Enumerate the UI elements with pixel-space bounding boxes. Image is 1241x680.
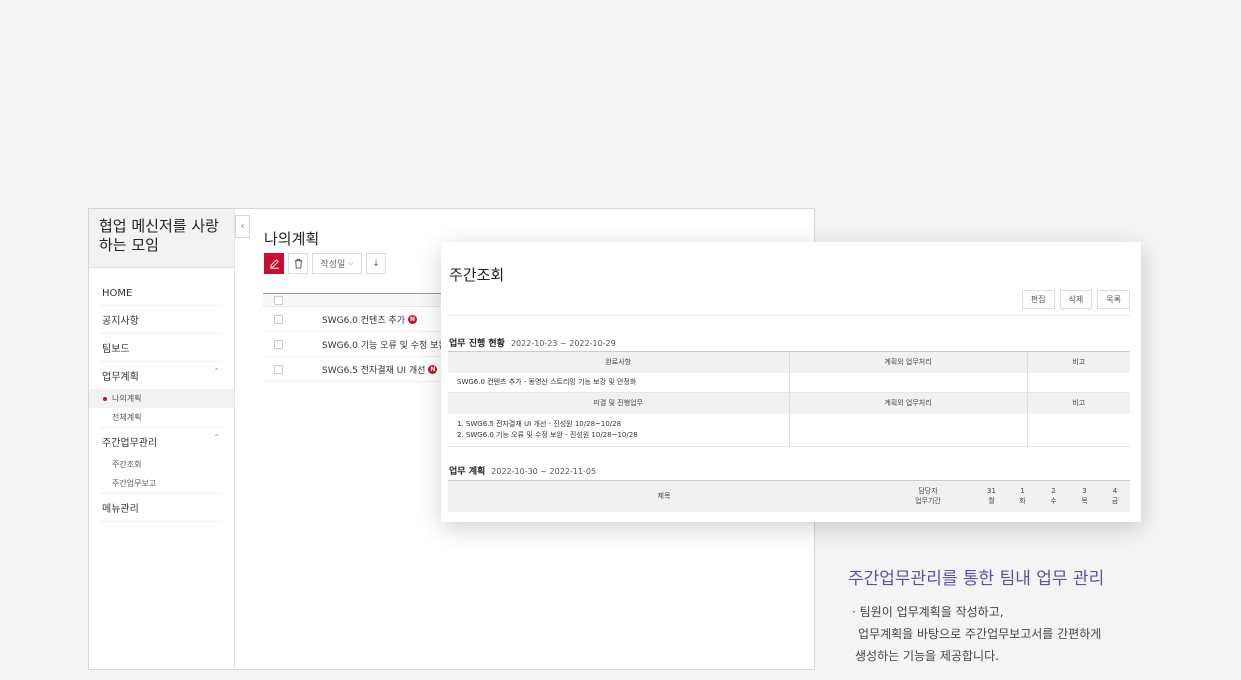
note-cell (1026, 413, 1130, 447)
plan-range: 2022-10-30 ~ 2022-11-05 (491, 467, 597, 476)
pending-item: 2. SWG6.0 기능 오류 및 수정 보완 - 진성원 10/28~10/2… (457, 430, 638, 439)
divider (448, 315, 1130, 316)
sort-dropdown[interactable]: 작성일 ⌵ (312, 253, 362, 274)
chevron-up-icon: ⌃ (213, 367, 220, 376)
owner-label: 담당자 (918, 487, 938, 496)
weekly-view-panel: 주간조회 편집 삭제 목록 업무 진행 현황 2022-10-23 ~ 2022-… (441, 242, 1141, 522)
trash-icon (294, 258, 302, 269)
sidebar-item-work-plan[interactable]: 업무계획 ⌃ (101, 362, 222, 389)
day-date: 1 (1020, 487, 1025, 496)
day-date: 2 (1051, 487, 1056, 496)
promo-line: 생성하는 기능을 제공합니다. (855, 649, 999, 663)
sidebar-item-menu-admin[interactable]: 메뉴관리 (101, 493, 222, 522)
col-header-unplanned: 계획외 업무처리 (788, 392, 1027, 414)
sidebar-item-weekly[interactable]: 주간업무관리 ⌃ (101, 427, 222, 455)
sidebar-nav: HOME 공지사항 팀보드 업무계획 ⌃ 나의계획 전체계획 주간업무관리 ⌃ … (89, 268, 234, 522)
progress-heading-label: 업무 진행 현황 (449, 339, 505, 349)
col-header-day: 1화 (1007, 480, 1038, 512)
pending-items: 1. SWG6.5 전자결재 UI 개선 - 진성원 10/28~10/28 2… (448, 413, 789, 447)
table-row: SWG6.0 컨텐츠 추가 - 동영산 스트리밍 기능 보강 및 안정화 (448, 372, 1130, 393)
sidebar-subitem-weekly-report[interactable]: 주간업무보고 (89, 474, 234, 493)
promo-description: · 팀원이 업무계획을 작성하고, 업무계획을 바탕으로 주간업무보고서를 간편… (852, 601, 1101, 667)
group-title: 협업 메신저를 사랑하는 모임 (89, 209, 234, 268)
sidebar-subitem-my-plan[interactable]: 나의계획 (89, 389, 234, 408)
col-header-note: 비고 (1026, 392, 1130, 414)
edit-button[interactable]: 편집 (1021, 290, 1055, 309)
edit-button[interactable] (264, 253, 284, 274)
arrow-down-icon: ↓ (372, 258, 380, 269)
row-checkbox[interactable] (274, 339, 283, 349)
day-dow: 수 (1050, 497, 1057, 506)
progress-range: 2022-10-23 ~ 2022-10-29 (510, 339, 616, 348)
sort-order-button[interactable]: ↓ (366, 253, 386, 274)
day-dow: 화 (1019, 497, 1026, 506)
promo-line: 업무계획을 바탕으로 주간업무보고서를 간편하게 (858, 627, 1102, 641)
day-dow: 금 (1111, 497, 1119, 506)
col-header-day: 4금 (1100, 480, 1130, 512)
day-date: 31 (987, 487, 996, 496)
col-header-owner: 담당자 업무기간 (880, 480, 976, 512)
plan-heading: 업무 계획 2022-10-30 ~ 2022-11-05 (449, 464, 596, 477)
toolbar: 작성일 ⌵ ↓ (264, 253, 386, 274)
chevron-up-icon: ⌃ (213, 433, 220, 442)
unplanned-cell (788, 413, 1027, 447)
col-header-pending: 미결 및 진행업무 (448, 392, 789, 414)
col-header-done: 완료사항 (448, 351, 789, 373)
list-item-title: SWG6.0 컨텐츠 추가 (322, 315, 406, 326)
unplanned-cell (788, 372, 1027, 393)
list-button[interactable]: 목록 (1097, 290, 1130, 309)
select-all-checkbox[interactable] (274, 296, 283, 305)
list-item-title: SWG6.0 기능 오류 및 수정 보완 (322, 340, 447, 351)
sidebar-subitem-all-plan[interactable]: 전체계획 (89, 408, 234, 427)
col-header-note: 비고 (1026, 351, 1130, 373)
done-item: SWG6.0 컨텐츠 추가 - 동영산 스트리밍 기능 보강 및 안정화 (448, 372, 789, 393)
weekly-actions: 편집 삭제 목록 (1021, 290, 1130, 309)
sidebar: 협업 메신저를 사랑하는 모임 HOME 공지사항 팀보드 업무계획 ⌃ 나의계… (89, 209, 235, 669)
sidebar-item-home[interactable]: HOME (101, 282, 222, 306)
day-dow: 목 (1081, 497, 1088, 506)
day-date: 4 (1112, 487, 1118, 496)
delete-button[interactable] (288, 253, 308, 274)
col-header-unplanned: 계획외 업무처리 (788, 351, 1027, 373)
delete-button[interactable]: 삭제 (1059, 290, 1093, 309)
page-title: 나의계획 (264, 230, 320, 248)
collapse-sidebar-button[interactable]: ‹ (235, 215, 250, 238)
weekly-view-title: 주간조회 (449, 266, 505, 284)
day-dow: 월 (988, 497, 995, 506)
table-row: 1. SWG6.5 전자결재 UI 개선 - 진성원 10/28~10/28 2… (448, 413, 1130, 447)
new-badge: N (428, 364, 438, 374)
period-label: 업무기간 (915, 497, 941, 506)
sidebar-item-label: 업무계획 (102, 372, 139, 383)
row-checkbox[interactable] (274, 314, 283, 324)
sidebar-item-label: 주간업무관리 (102, 438, 158, 449)
progress-table: 완료사항 계획외 업무처리 비고 SWG6.0 컨텐츠 추가 - 동영산 스트리… (448, 351, 1130, 447)
promo-title: 주간업무관리를 통한 팀내 업무 관리 (848, 569, 1105, 589)
pencil-icon (269, 259, 279, 269)
list-item-title: SWG6.5 전자결재 UI 개선 (322, 365, 426, 376)
sidebar-item-teamboard[interactable]: 팀보드 (101, 334, 222, 362)
col-header-day: 2수 (1038, 480, 1069, 512)
col-header-title: 제목 (448, 480, 880, 512)
promo-line: · 팀원이 업무계획을 작성하고, (852, 605, 1004, 619)
new-badge: N (408, 314, 418, 324)
sidebar-subitem-weekly-view[interactable]: 주간조회 (89, 455, 234, 474)
sort-label: 작성일 (320, 260, 346, 270)
plan-heading-label: 업무 계획 (449, 467, 486, 477)
chevron-down-icon: ⌵ (348, 259, 354, 267)
col-header-day: 31 월 (976, 480, 1007, 512)
row-checkbox[interactable] (274, 364, 283, 374)
day-date: 3 (1082, 487, 1087, 496)
col-header-day: 3목 (1069, 480, 1100, 512)
note-cell (1026, 372, 1130, 393)
sidebar-item-notice[interactable]: 공지사항 (101, 306, 222, 334)
progress-heading: 업무 진행 현황 2022-10-23 ~ 2022-10-29 (449, 336, 616, 349)
plan-table: 제목 담당자 업무기간 31 월 1화 2수 3목 4금 (448, 480, 1130, 512)
pending-item: 1. SWG6.5 전자결재 UI 개선 - 진성원 10/28~10/28 (457, 419, 622, 428)
